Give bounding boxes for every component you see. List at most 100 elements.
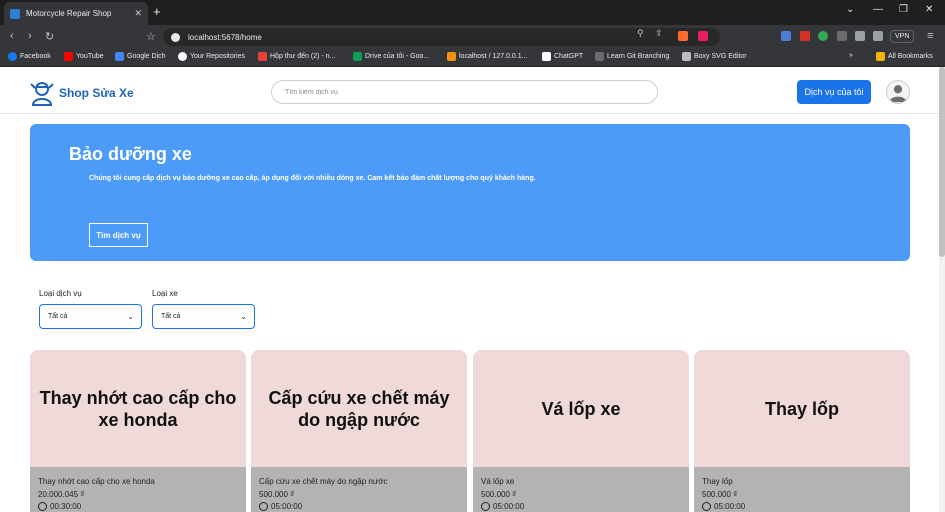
service-duration-text: 05:00:00 (493, 502, 525, 511)
maximize-icon[interactable]: ❐ (899, 4, 908, 15)
service-card-image: Thay nhớt cao cấp cho xe honda (30, 350, 246, 467)
hero-banner: Bảo dưỡng xe Chúng tôi cung cấp dịch vụ … (30, 124, 910, 261)
browser-tab[interactable]: Motorcycle Repair Shop ✕ (4, 2, 148, 25)
bookmark-star-icon[interactable]: ☆ (146, 30, 156, 43)
back-icon[interactable]: ‹ (10, 30, 14, 42)
menu-icon[interactable]: ≡ (927, 30, 933, 42)
service-duration: 00:30:00 (38, 502, 238, 511)
extensions-puzzle-icon[interactable] (855, 31, 865, 41)
tab-favicon-icon (10, 8, 20, 19)
forward-icon[interactable]: › (28, 30, 32, 42)
bookmark-item[interactable]: ChatGPT (542, 52, 583, 61)
vehicle-type-filter: Loại xe Tất cả ⌄ (152, 289, 255, 329)
brave-rewards-icon[interactable] (698, 31, 708, 41)
service-duration: 05:00:00 (481, 502, 681, 511)
bookmark-item[interactable]: localhost / 127.0.0.1... (447, 52, 528, 61)
chatgpt-icon (542, 52, 551, 61)
search-input[interactable] (271, 80, 658, 104)
service-card[interactable]: Vá lốp xe Vá lốp xe 500.000 ₫ 05:00:00 (473, 350, 689, 512)
service-name: Vá lốp xe (481, 477, 515, 486)
service-card-image-title: Cấp cứu xe chết máy do ngập nước (268, 387, 450, 430)
service-card-info: Vá lốp xe 500.000 ₫ 05:00:00 (473, 467, 689, 512)
site-header: Shop Sửa Xe Dịch vụ của tôi (0, 67, 939, 114)
bookmark-label: Google Dịch (127, 53, 166, 60)
more-bookmarks-icon[interactable]: » (849, 52, 853, 59)
service-card-image: Thay lốp (694, 350, 910, 467)
service-price: 500.000 ₫ (702, 490, 738, 499)
translate-extension-icon[interactable] (781, 31, 791, 41)
sidebar-icon[interactable] (873, 31, 883, 41)
share-icon[interactable]: ⇪ (655, 28, 663, 39)
service-price: 20.000.045 ₫ (38, 490, 85, 499)
bookmark-item[interactable]: Facebook (8, 52, 51, 61)
service-card-image: Vá lốp xe (473, 350, 689, 467)
close-window-icon[interactable]: ✕ (925, 4, 933, 15)
tab-title: Motorcycle Repair Shop (26, 9, 112, 18)
hero-description: Chúng tôi cung cấp dịch vụ bảo dưỡng xe … (89, 175, 536, 182)
clock-icon (259, 502, 268, 511)
service-card-image: Cấp cứu xe chết máy do ngập nước (251, 350, 467, 467)
google-translate-icon (115, 52, 124, 61)
service-type-filter: Loại dịch vụ Tất cả ⌄ (39, 289, 142, 329)
service-name: Cấp cứu xe chết máy do ngập nước (259, 477, 388, 486)
service-card-image-title: Vá lốp xe (541, 398, 621, 419)
bookmark-item[interactable]: Boxy SVG Editor (682, 52, 747, 61)
tab-search-icon[interactable]: ⌄ (846, 4, 854, 15)
new-tab-icon[interactable]: + (153, 4, 161, 19)
page-scrollbar[interactable] (939, 67, 945, 512)
location-icon[interactable]: ⚲ (637, 28, 644, 39)
service-card-image-title: Thay nhớt cao cấp cho xe honda (39, 387, 237, 430)
clock-icon (38, 502, 47, 511)
brand-name[interactable]: Shop Sửa Xe (59, 86, 134, 100)
phpmyadmin-icon (447, 52, 456, 61)
vpn-button[interactable]: VPN (890, 30, 915, 43)
address-bar-row: ‹ › ↻ ☆ localhost:5678/home ⚲ ⇪ VPN ≡ (0, 25, 945, 49)
vehicle-type-label: Loại xe (152, 289, 178, 298)
brave-shield-icon[interactable] (678, 31, 688, 41)
reload-icon[interactable]: ↻ (45, 30, 54, 43)
site-info-icon[interactable] (171, 32, 180, 42)
service-duration-text: 05:00:00 (714, 502, 746, 511)
bookmark-label: localhost / 127.0.0.1... (459, 53, 528, 60)
minimize-icon[interactable]: — (873, 4, 883, 15)
bookmarks-bar: Facebook YouTube Google Dịch Your Reposi… (0, 49, 945, 67)
service-price: 500.000 ₫ (481, 490, 517, 499)
tab-close-icon[interactable]: ✕ (134, 8, 142, 19)
vehicle-type-select[interactable]: Tất cả ⌄ (152, 304, 255, 329)
bookmark-label: Drive của tôi - Goo... (365, 53, 430, 60)
browser-tab-bar: Motorcycle Repair Shop ✕ + ⌄ — ❐ ✕ (0, 0, 945, 25)
bookmark-item[interactable]: Drive của tôi - Goo... (353, 52, 429, 61)
bookmark-item[interactable]: Hộp thư đến (2) - n... (258, 52, 335, 61)
service-card[interactable]: Cấp cứu xe chết máy do ngập nước Cấp cứu… (251, 350, 467, 512)
my-services-button[interactable]: Dịch vụ của tôi (797, 80, 871, 104)
extension-icon[interactable] (818, 31, 828, 41)
boxy-svg-icon (682, 52, 691, 61)
bookmark-label: Boxy SVG Editor (694, 53, 747, 60)
bookmark-label: Hộp thư đến (2) - n... (270, 53, 336, 60)
youtube-icon (64, 52, 73, 61)
service-type-select[interactable]: Tất cả ⌄ (39, 304, 142, 329)
bookmark-item[interactable]: YouTube (64, 52, 104, 61)
bookmark-item[interactable]: Learn Git Branching (595, 52, 669, 61)
bookmark-label: All Bookmarks (888, 53, 933, 60)
bookmark-item[interactable]: Your Repositories (178, 52, 245, 61)
scrollbar-thumb[interactable] (939, 67, 945, 257)
user-avatar-icon[interactable] (886, 80, 910, 104)
service-name: Thay lốp (702, 477, 733, 486)
bookmark-label: Learn Git Branching (607, 53, 670, 60)
extension-icon[interactable] (800, 31, 810, 41)
mechanic-logo-icon[interactable] (29, 80, 55, 106)
all-bookmarks-button[interactable]: All Bookmarks (876, 52, 933, 61)
extension-icon[interactable] (837, 31, 847, 41)
service-card[interactable]: Thay nhớt cao cấp cho xe honda Thay nhớt… (30, 350, 246, 512)
service-duration: 05:00:00 (259, 502, 459, 511)
service-duration-text: 00:30:00 (50, 502, 82, 511)
find-service-button[interactable]: Tìm dịch vụ (89, 223, 148, 247)
service-card[interactable]: Thay lốp Thay lốp 500.000 ₫ 05:00:00 (694, 350, 910, 512)
clock-icon (702, 502, 711, 511)
bookmark-label: Your Repositories (190, 53, 245, 60)
bookmark-label: ChatGPT (554, 53, 584, 60)
service-type-value: Tất cả (48, 313, 68, 320)
service-price: 500.000 ₫ (259, 490, 295, 499)
bookmark-item[interactable]: Google Dịch (115, 52, 166, 61)
